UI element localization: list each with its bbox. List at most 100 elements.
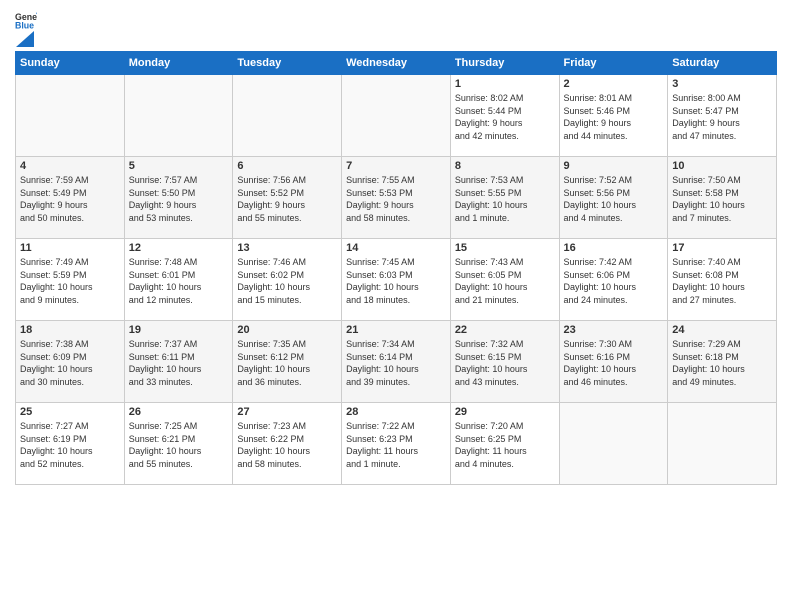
cell-content: Sunrise: 7:52 AM Sunset: 5:56 PM Dayligh… xyxy=(564,174,664,224)
day-number: 21 xyxy=(346,324,446,336)
cell-content: Sunrise: 7:25 AM Sunset: 6:21 PM Dayligh… xyxy=(129,420,229,470)
calendar-cell: 19Sunrise: 7:37 AM Sunset: 6:11 PM Dayli… xyxy=(124,321,233,403)
day-number: 5 xyxy=(129,160,229,172)
week-row-5: 25Sunrise: 7:27 AM Sunset: 6:19 PM Dayli… xyxy=(16,403,777,485)
week-row-1: 1 Sunrise: 8:02 AM Sunset: 5:44 PM Daylig… xyxy=(16,75,777,157)
day-header-thursday: Thursday xyxy=(450,52,559,75)
cell-content: Sunrise: 7:22 AM Sunset: 6:23 PM Dayligh… xyxy=(346,420,446,470)
calendar-cell: 8 Sunrise: 7:53 AM Sunset: 5:55 PM Daylig… xyxy=(450,157,559,239)
cell-content: Sunrise: 7:43 AM Sunset: 6:05 PM Dayligh… xyxy=(455,256,555,306)
day-header-wednesday: Wednesday xyxy=(342,52,451,75)
calendar-cell: 25Sunrise: 7:27 AM Sunset: 6:19 PM Dayli… xyxy=(16,403,125,485)
calendar-cell xyxy=(342,75,451,157)
cell-content: Sunrise: 8:02 AM Sunset: 5:44 PM Dayligh… xyxy=(455,92,555,142)
cell-content: Sunrise: 7:46 AM Sunset: 6:02 PM Dayligh… xyxy=(237,256,337,306)
cell-content: Sunrise: 7:38 AM Sunset: 6:09 PM Dayligh… xyxy=(20,338,120,388)
cell-content: Sunrise: 7:27 AM Sunset: 6:19 PM Dayligh… xyxy=(20,420,120,470)
cell-content: Sunrise: 7:55 AM Sunset: 5:53 PM Dayligh… xyxy=(346,174,446,224)
day-header-sunday: Sunday xyxy=(16,52,125,75)
cell-content: Sunrise: 7:56 AM Sunset: 5:52 PM Dayligh… xyxy=(237,174,337,224)
cell-content: Sunrise: 7:59 AM Sunset: 5:49 PM Dayligh… xyxy=(20,174,120,224)
calendar-cell: 14 Sunrise: 7:45 AM Sunset: 6:03 PM Dayli… xyxy=(342,239,451,321)
day-number: 17 xyxy=(672,242,772,254)
svg-text:Blue: Blue xyxy=(15,21,34,31)
day-number: 1 xyxy=(455,78,555,90)
day-number: 20 xyxy=(237,324,337,336)
logo: General Blue xyxy=(15,10,37,43)
cell-content: Sunrise: 7:42 AM Sunset: 6:06 PM Dayligh… xyxy=(564,256,664,306)
header-row: SundayMondayTuesdayWednesdayThursdayFrid… xyxy=(16,52,777,75)
day-number: 10 xyxy=(672,160,772,172)
cell-content: Sunrise: 8:00 AM Sunset: 5:47 PM Dayligh… xyxy=(672,92,772,142)
day-number: 2 xyxy=(564,78,664,90)
calendar-cell: 16 Sunrise: 7:42 AM Sunset: 6:06 PM Dayli… xyxy=(559,239,668,321)
cell-content: Sunrise: 7:53 AM Sunset: 5:55 PM Dayligh… xyxy=(455,174,555,224)
calendar-cell: 4 Sunrise: 7:59 AM Sunset: 5:49 PM Daylig… xyxy=(16,157,125,239)
day-number: 23 xyxy=(564,324,664,336)
day-number: 7 xyxy=(346,160,446,172)
day-number: 14 xyxy=(346,242,446,254)
day-number: 12 xyxy=(129,242,229,254)
cell-content: Sunrise: 7:49 AM Sunset: 5:59 PM Dayligh… xyxy=(20,256,120,306)
cell-content: Sunrise: 7:23 AM Sunset: 6:22 PM Dayligh… xyxy=(237,420,337,470)
day-number: 28 xyxy=(346,406,446,418)
day-number: 8 xyxy=(455,160,555,172)
calendar-cell: 20Sunrise: 7:35 AM Sunset: 6:12 PM Dayli… xyxy=(233,321,342,403)
day-number: 15 xyxy=(455,242,555,254)
day-number: 24 xyxy=(672,324,772,336)
day-number: 27 xyxy=(237,406,337,418)
calendar-cell: 12Sunrise: 7:48 AM Sunset: 6:01 PM Dayli… xyxy=(124,239,233,321)
cell-content: Sunrise: 7:32 AM Sunset: 6:15 PM Dayligh… xyxy=(455,338,555,388)
week-row-2: 4 Sunrise: 7:59 AM Sunset: 5:49 PM Daylig… xyxy=(16,157,777,239)
cell-content: Sunrise: 7:40 AM Sunset: 6:08 PM Dayligh… xyxy=(672,256,772,306)
cell-content: Sunrise: 7:30 AM Sunset: 6:16 PM Dayligh… xyxy=(564,338,664,388)
day-number: 29 xyxy=(455,406,555,418)
day-header-friday: Friday xyxy=(559,52,668,75)
calendar-cell: 28 Sunrise: 7:22 AM Sunset: 6:23 PM Dayli… xyxy=(342,403,451,485)
cell-content: Sunrise: 7:57 AM Sunset: 5:50 PM Dayligh… xyxy=(129,174,229,224)
day-number: 6 xyxy=(237,160,337,172)
calendar-cell: 7 Sunrise: 7:55 AM Sunset: 5:53 PM Daylig… xyxy=(342,157,451,239)
cell-content: Sunrise: 7:37 AM Sunset: 6:11 PM Dayligh… xyxy=(129,338,229,388)
calendar-cell: 17 Sunrise: 7:40 AM Sunset: 6:08 PM Dayli… xyxy=(668,239,777,321)
calendar-cell: 22 Sunrise: 7:32 AM Sunset: 6:15 PM Dayli… xyxy=(450,321,559,403)
calendar-cell: 11 Sunrise: 7:49 AM Sunset: 5:59 PM Dayli… xyxy=(16,239,125,321)
calendar-cell: 9Sunrise: 7:52 AM Sunset: 5:56 PM Daylig… xyxy=(559,157,668,239)
calendar-cell: 21 Sunrise: 7:34 AM Sunset: 6:14 PM Dayli… xyxy=(342,321,451,403)
cell-content: Sunrise: 7:20 AM Sunset: 6:25 PM Dayligh… xyxy=(455,420,555,470)
day-number: 16 xyxy=(564,242,664,254)
calendar-cell: 15 Sunrise: 7:43 AM Sunset: 6:05 PM Dayli… xyxy=(450,239,559,321)
calendar-cell xyxy=(16,75,125,157)
calendar-cell: 2 Sunrise: 8:01 AM Sunset: 5:46 PM Daylig… xyxy=(559,75,668,157)
day-number: 4 xyxy=(20,160,120,172)
calendar-cell: 18 Sunrise: 7:38 AM Sunset: 6:09 PM Dayli… xyxy=(16,321,125,403)
calendar-cell: 27 Sunrise: 7:23 AM Sunset: 6:22 PM Dayli… xyxy=(233,403,342,485)
cell-content: Sunrise: 8:01 AM Sunset: 5:46 PM Dayligh… xyxy=(564,92,664,142)
calendar-cell: 24 Sunrise: 7:29 AM Sunset: 6:18 PM Dayli… xyxy=(668,321,777,403)
day-number: 11 xyxy=(20,242,120,254)
header: General Blue xyxy=(15,10,777,43)
calendar-cell: 26 Sunrise: 7:25 AM Sunset: 6:21 PM Dayli… xyxy=(124,403,233,485)
day-number: 13 xyxy=(237,242,337,254)
calendar-cell xyxy=(124,75,233,157)
day-number: 26 xyxy=(129,406,229,418)
week-row-3: 11 Sunrise: 7:49 AM Sunset: 5:59 PM Dayli… xyxy=(16,239,777,321)
logo-triangle xyxy=(16,31,34,47)
day-number: 22 xyxy=(455,324,555,336)
calendar-cell: 13 Sunrise: 7:46 AM Sunset: 6:02 PM Dayli… xyxy=(233,239,342,321)
calendar-cell: 23 Sunrise: 7:30 AM Sunset: 6:16 PM Dayli… xyxy=(559,321,668,403)
week-row-4: 18 Sunrise: 7:38 AM Sunset: 6:09 PM Dayli… xyxy=(16,321,777,403)
cell-content: Sunrise: 7:34 AM Sunset: 6:14 PM Dayligh… xyxy=(346,338,446,388)
logo-icon: General Blue xyxy=(15,10,37,32)
calendar-cell: 3 Sunrise: 8:00 AM Sunset: 5:47 PM Daylig… xyxy=(668,75,777,157)
day-number: 18 xyxy=(20,324,120,336)
calendar-cell: 1 Sunrise: 8:02 AM Sunset: 5:44 PM Daylig… xyxy=(450,75,559,157)
calendar-cell: 6 Sunrise: 7:56 AM Sunset: 5:52 PM Daylig… xyxy=(233,157,342,239)
cell-content: Sunrise: 7:50 AM Sunset: 5:58 PM Dayligh… xyxy=(672,174,772,224)
calendar-cell xyxy=(668,403,777,485)
page: General Blue SundayMondayTuesdayWedn xyxy=(0,0,792,495)
cell-content: Sunrise: 7:29 AM Sunset: 6:18 PM Dayligh… xyxy=(672,338,772,388)
cell-content: Sunrise: 7:45 AM Sunset: 6:03 PM Dayligh… xyxy=(346,256,446,306)
day-number: 3 xyxy=(672,78,772,90)
day-header-tuesday: Tuesday xyxy=(233,52,342,75)
